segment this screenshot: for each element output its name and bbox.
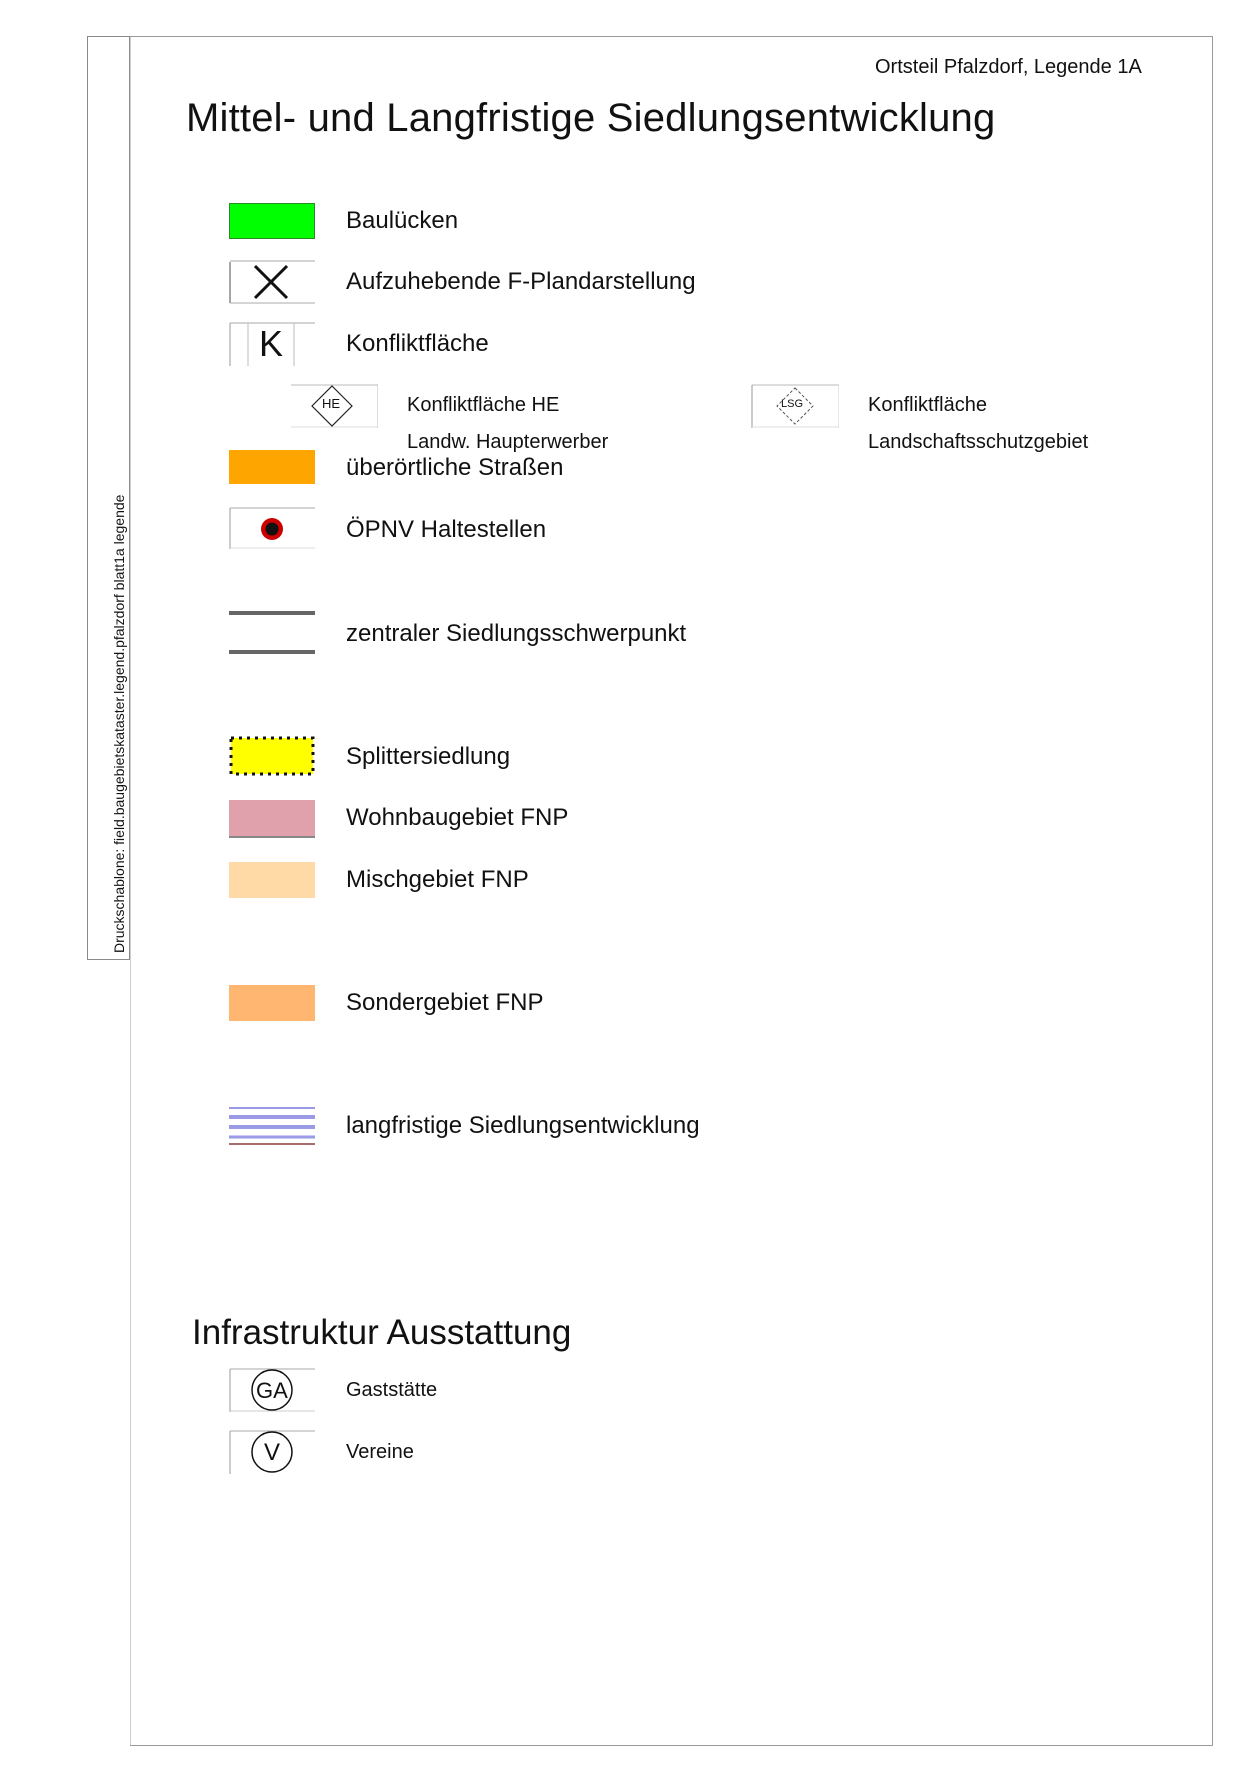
- legend-label-wohnbaugebiet: Wohnbaugebiet FNP: [346, 804, 569, 831]
- splittersiedlung-swatch: [229, 736, 315, 776]
- bus-stop-icon: [229, 507, 315, 549]
- legend-label-vereine: Vereine: [346, 1441, 414, 1463]
- section-title-infrastructure: Infrastruktur Ausstattung: [192, 1313, 572, 1352]
- konflikt-lsg-symbol-text: LSG: [781, 398, 804, 410]
- vereine-symbol-text: V: [264, 1439, 281, 1466]
- legend-label-konflikt-lsg: Konfliktfläche: [868, 394, 987, 416]
- legend-label-langfristige: langfristige Siedlungsentwicklung: [346, 1112, 700, 1139]
- langfristige-swatch: [229, 1106, 315, 1148]
- siedlungsschwerpunkt-lines: [229, 610, 315, 656]
- legend-label-konfliktflaeche: Konfliktfläche: [346, 330, 489, 357]
- cancel-cross-icon: [229, 260, 315, 304]
- legend-label-opnv: ÖPNV Haltestellen: [346, 516, 547, 543]
- sheet-label: Ortsteil Pfalzdorf, Legende 1A: [875, 56, 1142, 78]
- konflikt-he-symbol-text: HE: [322, 396, 341, 411]
- konflikt-k-letter: K: [259, 323, 284, 364]
- legend-label-sondergebiet: Sondergebiet FNP: [346, 989, 544, 1016]
- legend-label-mischgebiet: Mischgebiet FNP: [346, 866, 529, 893]
- legend-label-landw-haupterwerber: Landw. Haupterwerber: [407, 431, 609, 453]
- legend-label-gaststaette: Gaststätte: [346, 1379, 438, 1401]
- sondergebiet-swatch: [229, 985, 315, 1021]
- strassen-swatch: [229, 450, 315, 484]
- legend-label-baulucken: Baulücken: [346, 207, 459, 234]
- legend-label-strassen: überörtliche Straßen: [346, 454, 564, 481]
- section-title-settlement: Mittel- und Langfristige Siedlungsentwic…: [186, 96, 996, 140]
- mischgebiet-swatch: [229, 862, 315, 898]
- legend-label-landschaftsschutzgebiet: Landschaftsschutzgebiet: [868, 431, 1089, 453]
- wohnbaugebiet-swatch: [229, 800, 315, 838]
- baulucken-swatch: [229, 203, 315, 239]
- template-label: Druckschablone: field.baugebietskataster…: [111, 494, 127, 953]
- legend-label-konflikt-he: Konfliktfläche HE: [407, 394, 560, 416]
- legend-label-splittersiedlung: Splittersiedlung: [346, 743, 511, 770]
- gaststaette-symbol-text: GA: [256, 1378, 288, 1403]
- legend-label-aufzuhebende: Aufzuhebende F-Plandarstellung: [346, 268, 696, 295]
- legend-label-siedlungsschwerpunkt: zentraler Siedlungsschwerpunkt: [346, 620, 687, 647]
